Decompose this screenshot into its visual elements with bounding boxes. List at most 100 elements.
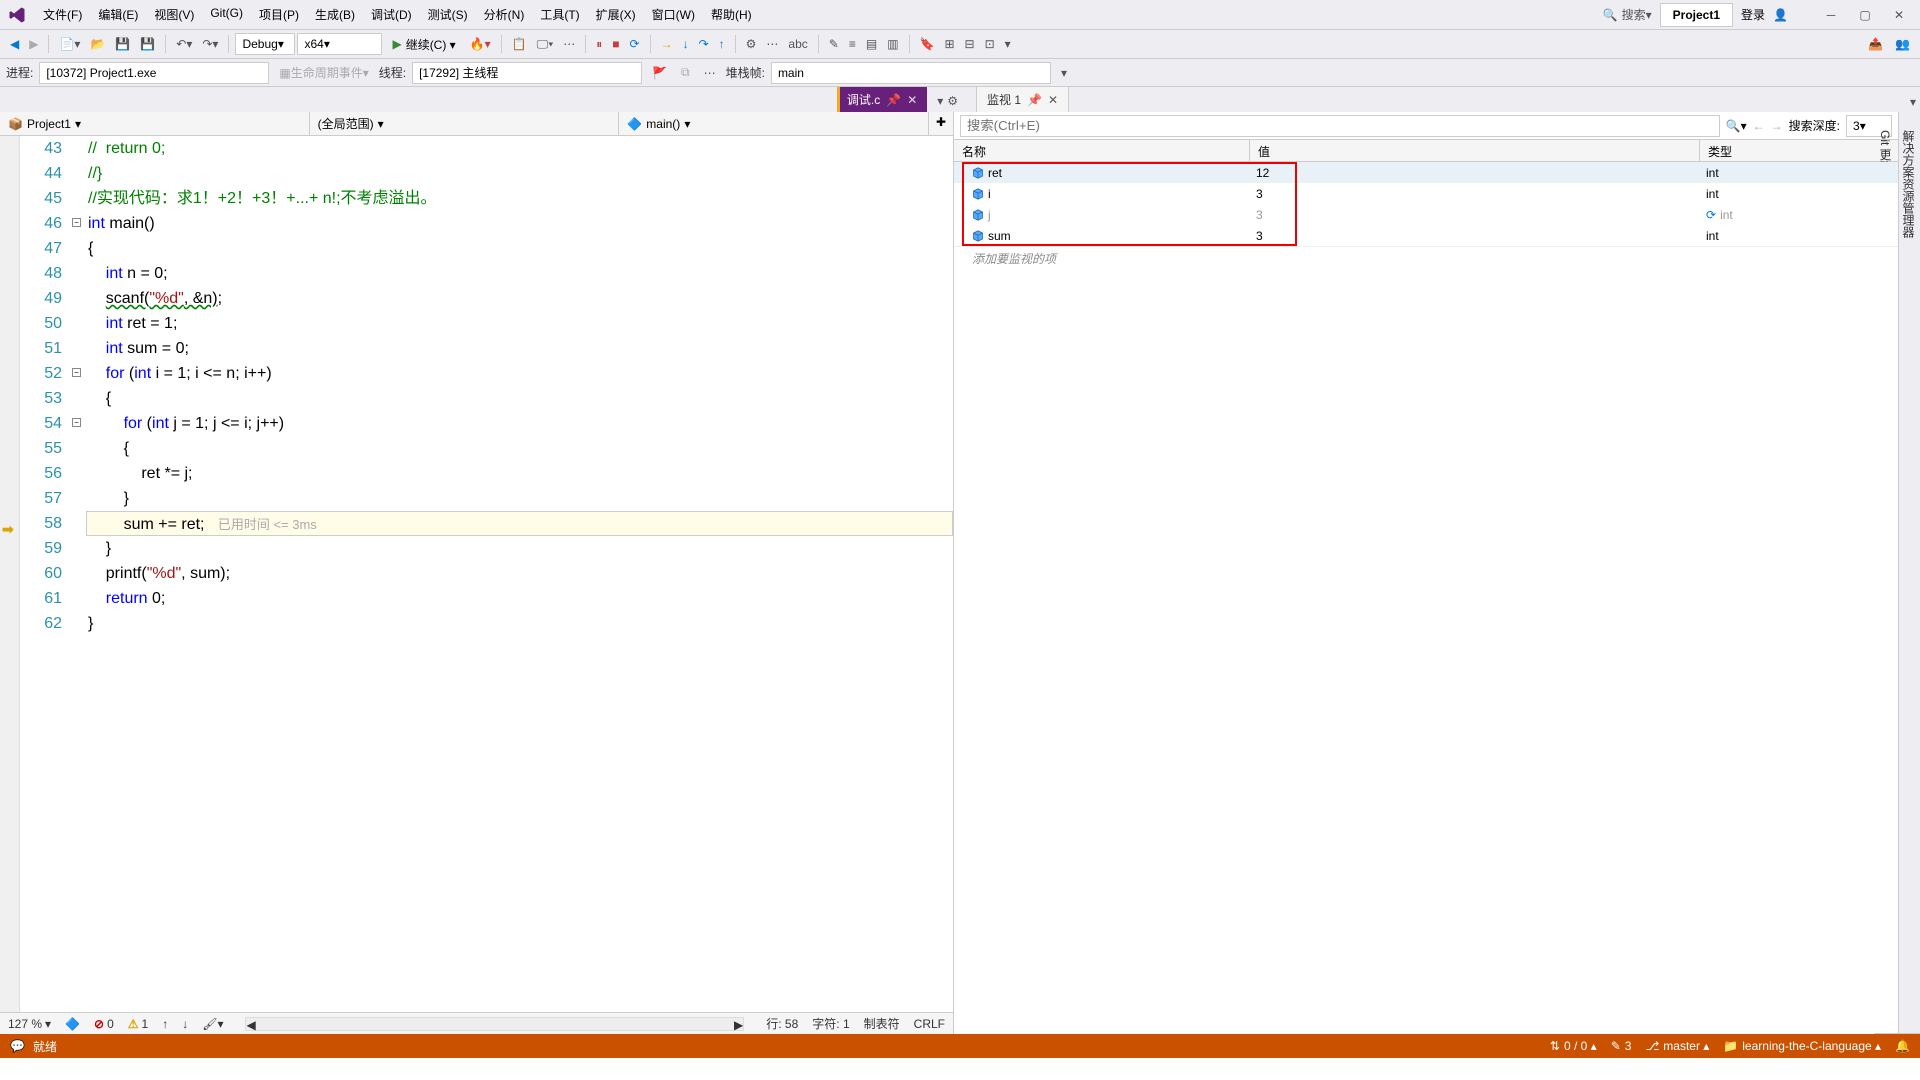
fold-box-icon[interactable]: −: [72, 218, 81, 227]
thread-combo[interactable]: [17292] 主线程: [412, 62, 642, 84]
watch-add-item[interactable]: 添加要监视的项: [954, 246, 1898, 270]
col-value[interactable]: 值: [1250, 140, 1700, 161]
breakpoint-gutter[interactable]: ➡: [0, 136, 20, 1012]
code-line[interactable]: }: [88, 486, 953, 511]
pin-icon[interactable]: 📌: [886, 93, 901, 107]
menu-test[interactable]: 测试(S): [421, 2, 475, 27]
code-line[interactable]: }: [88, 611, 953, 636]
error-count[interactable]: ⊘ 0: [94, 1017, 114, 1031]
notifications-icon[interactable]: 🔔: [1895, 1039, 1910, 1053]
nav-fwd-icon[interactable]: →: [1771, 119, 1783, 133]
tb-icon-1[interactable]: 📋: [508, 34, 531, 54]
save-button[interactable]: 💾: [111, 34, 134, 54]
menu-debug[interactable]: 调试(D): [364, 2, 419, 27]
code-line[interactable]: ret *= j;: [88, 461, 953, 486]
tabs-indicator[interactable]: 制表符: [864, 1015, 900, 1032]
process-combo[interactable]: [10372] Project1.exe: [39, 62, 269, 84]
close-watch-icon[interactable]: ✕: [1048, 93, 1058, 107]
find-nav[interactable]: ⇅ 0 / 0 ▴: [1550, 1039, 1597, 1053]
menu-help[interactable]: 帮助(H): [704, 2, 759, 27]
bookmark-button[interactable]: 🔖: [916, 34, 939, 54]
fold-gutter[interactable]: − − −: [70, 136, 84, 1012]
fold-box-icon[interactable]: −: [72, 418, 81, 427]
nav-project[interactable]: 📦 Project1 ▾: [0, 112, 310, 135]
tb-misc-4[interactable]: ✎: [825, 34, 843, 54]
step-into-button[interactable]: ↓: [679, 34, 693, 54]
restart-button[interactable]: ⟳: [626, 34, 644, 54]
output-icon[interactable]: 💬: [10, 1039, 25, 1053]
menu-analyze[interactable]: 分析(N): [477, 2, 532, 27]
show-next-button[interactable]: →: [657, 34, 677, 54]
code-line[interactable]: for (int j = 1; j <= i; j++): [88, 411, 953, 436]
menu-build[interactable]: 生成(B): [308, 2, 362, 27]
code-line[interactable]: scanf("%d", &n);: [88, 286, 953, 311]
nav-function[interactable]: 🔷 main() ▾: [619, 112, 929, 135]
lifecycle-events[interactable]: ▦ 生命周期事件▾: [275, 61, 372, 84]
tb-misc-3[interactable]: abc: [784, 34, 811, 54]
hot-reload-button[interactable]: 🔥▾: [466, 34, 495, 54]
code-line[interactable]: {: [88, 386, 953, 411]
stackframe-combo[interactable]: main: [771, 62, 1051, 84]
open-button[interactable]: 📂: [86, 34, 109, 54]
menu-view[interactable]: 视图(V): [147, 2, 201, 27]
nav-up-icon[interactable]: ↑: [162, 1017, 168, 1031]
fold-box-icon[interactable]: −: [72, 368, 81, 377]
code-line[interactable]: int main(): [88, 211, 953, 236]
info-icon[interactable]: 🔷: [65, 1017, 80, 1031]
code-line[interactable]: for (int i = 1; i <= n; i++): [88, 361, 953, 386]
step-over-button[interactable]: ↷: [695, 34, 713, 54]
code-line[interactable]: printf("%d", sum);: [88, 561, 953, 586]
code-line[interactable]: {: [88, 436, 953, 461]
code-line[interactable]: int ret = 1;: [88, 311, 953, 336]
tb-misc-1[interactable]: ⚙: [742, 34, 761, 54]
eol-indicator[interactable]: CRLF: [914, 1017, 945, 1031]
code-line[interactable]: // return 0;: [88, 136, 953, 161]
code-line[interactable]: int sum = 0;: [88, 336, 953, 361]
code-line[interactable]: }: [88, 536, 953, 561]
tb-misc-9[interactable]: ⊟: [961, 34, 979, 54]
thread-icon[interactable]: ⧉: [677, 62, 694, 83]
menu-window[interactable]: 窗口(W): [645, 2, 702, 27]
tb-misc-6[interactable]: ▤: [862, 34, 881, 54]
menu-extensions[interactable]: 扩展(X): [589, 2, 643, 27]
search-icon[interactable]: 🔍▾: [1726, 119, 1747, 133]
tb-misc-11[interactable]: ▾: [1001, 34, 1015, 54]
nav-back-icon[interactable]: ←: [1753, 119, 1765, 133]
minimize-button[interactable]: ─: [1816, 3, 1846, 27]
watch-row[interactable]: sum3int: [954, 225, 1898, 246]
menu-project[interactable]: 项目(P): [252, 2, 306, 27]
back-button[interactable]: ◀: [6, 34, 23, 54]
config-combo[interactable]: Debug ▾: [235, 33, 295, 55]
tb-misc-7[interactable]: ▥: [883, 34, 902, 54]
flag-icon[interactable]: 🚩: [648, 63, 671, 83]
tabs-overflow-icon[interactable]: ▾: [1906, 92, 1920, 112]
tb-icon-2[interactable]: 🖵▾: [533, 34, 558, 55]
live-share-button[interactable]: 👥: [1891, 34, 1914, 54]
overflow-button[interactable]: ▾: [1057, 63, 1071, 83]
tab-code-file[interactable]: 调试.c 📌 ✕: [837, 87, 927, 112]
col-name[interactable]: 名称: [954, 140, 1250, 161]
maximize-button[interactable]: ▢: [1850, 3, 1880, 27]
watch-row[interactable]: i3int: [954, 183, 1898, 204]
step-out-button[interactable]: ↑: [715, 34, 729, 54]
platform-combo[interactable]: x64 ▾: [297, 33, 382, 55]
tb-misc-2[interactable]: ⋯: [762, 34, 782, 54]
watch-search-input[interactable]: [960, 115, 1720, 137]
h-scrollbar[interactable]: ◀▶: [245, 1017, 744, 1031]
misc-icon-1[interactable]: ⋯: [700, 63, 720, 83]
tab-gear-icon[interactable]: ⚙: [947, 94, 958, 108]
watch-row[interactable]: ret12int: [954, 162, 1898, 183]
code-line[interactable]: {: [88, 236, 953, 261]
tab-dropdown-icon[interactable]: ▾: [937, 94, 943, 108]
warning-count[interactable]: ⚠ 1: [128, 1017, 148, 1031]
nav-scope[interactable]: (全局范围) ▾: [310, 112, 620, 135]
continue-button[interactable]: ▶继续(C) ▾: [384, 34, 463, 55]
repo-indicator[interactable]: 📁 learning-the-C-language ▴: [1723, 1039, 1881, 1053]
pin-watch-icon[interactable]: 📌: [1027, 93, 1042, 107]
changes-count[interactable]: ✎ 3: [1611, 1039, 1632, 1053]
solution-title-tab[interactable]: Project1: [1660, 3, 1733, 27]
zoom-level[interactable]: 127 % ▾: [8, 1017, 51, 1031]
code-content[interactable]: // return 0;//}//实现代码：求1！+2！+3！+...+ n!;…: [84, 136, 953, 1012]
login-link[interactable]: 登录: [1741, 6, 1765, 23]
tb-icon-3[interactable]: ⋯: [559, 34, 579, 54]
